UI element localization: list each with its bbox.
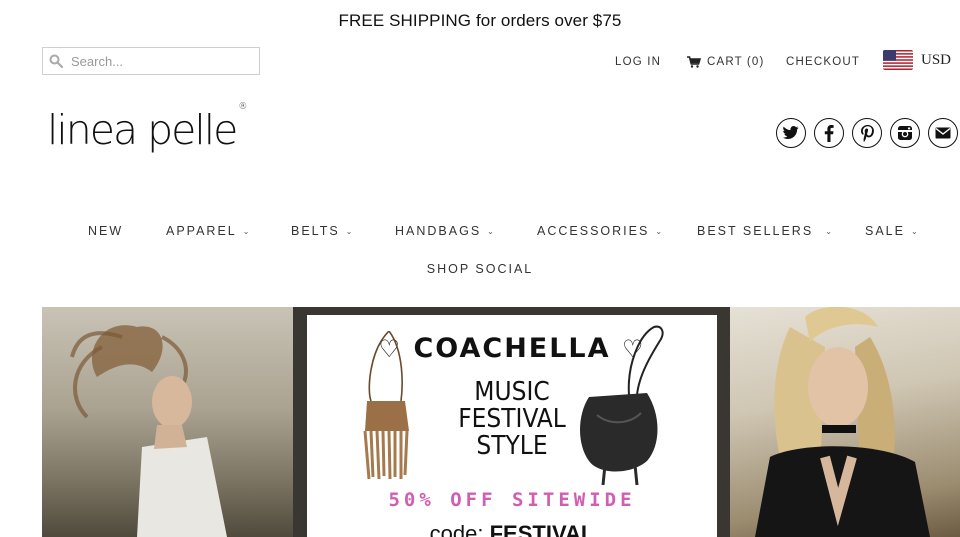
promo-offer: 50% OFF SITEWIDE [388,489,636,511]
login-link[interactable]: LOG IN [615,56,661,68]
instagram-icon[interactable] [890,118,920,148]
search-icon[interactable] [43,48,69,74]
chevron-down-icon: ⌄ [655,226,663,236]
us-flag-icon [883,50,913,70]
nav-label-accessories: ACCESSORIES [537,224,650,238]
promo-code-value: FESTIVAL [489,521,595,537]
cart-link-inner[interactable]: CART (0) [687,56,765,68]
cart-count: (0) [746,56,765,68]
nav-item-accessories[interactable]: ACCESSORIES ⌄ [537,224,662,238]
chevron-down-icon: ⌄ [345,226,353,236]
nav-item-shop-social[interactable]: SHOP SOCIAL [0,262,960,276]
chevron-down-icon: ⌄ [910,226,918,236]
black-bag-image [580,325,664,485]
main-navigation: NEW APPAREL ⌄ BELTS ⌄ HANDBAGS ⌄ ACCESSO… [0,224,960,244]
cart-label: CART [707,56,743,68]
fringe-bag-image [363,331,409,480]
nav-label-sale: SALE [865,224,905,238]
promo-card: ♡ COACHELLA ♡ MUSIC FESTIVAL STYLE 50% O… [307,315,717,537]
shipping-announcement: FREE SHIPPING for orders over $75 [0,0,960,42]
currency-selector[interactable]: USD [883,50,951,70]
cart-link[interactable]: CART (0) [687,52,765,72]
currency-code: USD [921,51,952,68]
nav-label-apparel: APPAREL [166,224,237,238]
nav-label-shop-social: SHOP SOCIAL [426,262,534,276]
promo-code: code: FESTIVAL [307,521,717,537]
twitter-icon[interactable] [776,118,806,148]
nav-label-belts: BELTS [291,224,340,238]
nav-item-apparel[interactable]: APPAREL ⌄ [166,224,249,238]
facebook-icon[interactable] [814,118,844,148]
nav-item-handbags[interactable]: HANDBAGS ⌄ [395,224,494,238]
logo-text: linea pelle [47,106,238,154]
nav-label-best-sellers: BEST SELLERS [697,224,814,238]
hero-left-photo [42,307,293,537]
nav-item-best-sellers[interactable]: BEST SELLERS ⌄ [697,224,832,238]
chevron-down-icon: ⌄ [242,226,250,236]
search-box[interactable] [42,47,260,75]
nav-item-sale[interactable]: SALE ⌄ [865,224,918,238]
checkout-link-wrap[interactable]: CHECKOUT [786,52,860,72]
hero-banner[interactable]: ♡ COACHELLA ♡ MUSIC FESTIVAL STYLE 50% O… [42,307,960,537]
social-links [776,118,958,148]
chevron-down-icon: ⌄ [825,226,832,236]
login-link-wrap[interactable]: LOG IN [615,52,661,72]
pinterest-icon[interactable] [852,118,882,148]
cart-icon [687,56,701,68]
nav-label-handbags: HANDBAGS [395,224,482,238]
email-icon[interactable] [928,118,958,148]
chevron-down-icon: ⌄ [487,226,494,236]
announcement-text: FREE SHIPPING for orders over $75 [338,11,622,30]
nav-item-new[interactable]: NEW [88,224,123,238]
promo-code-prefix: code: [429,521,484,537]
hero-right-photo [730,307,960,537]
checkout-link[interactable]: CHECKOUT [786,56,860,68]
search-input[interactable] [69,49,251,73]
brand-logo[interactable]: linea pelle ® [47,103,247,151]
nav-item-belts[interactable]: BELTS ⌄ [291,224,352,238]
logo-registered-mark: ® [238,102,248,113]
nav-label-new: NEW [88,224,124,238]
